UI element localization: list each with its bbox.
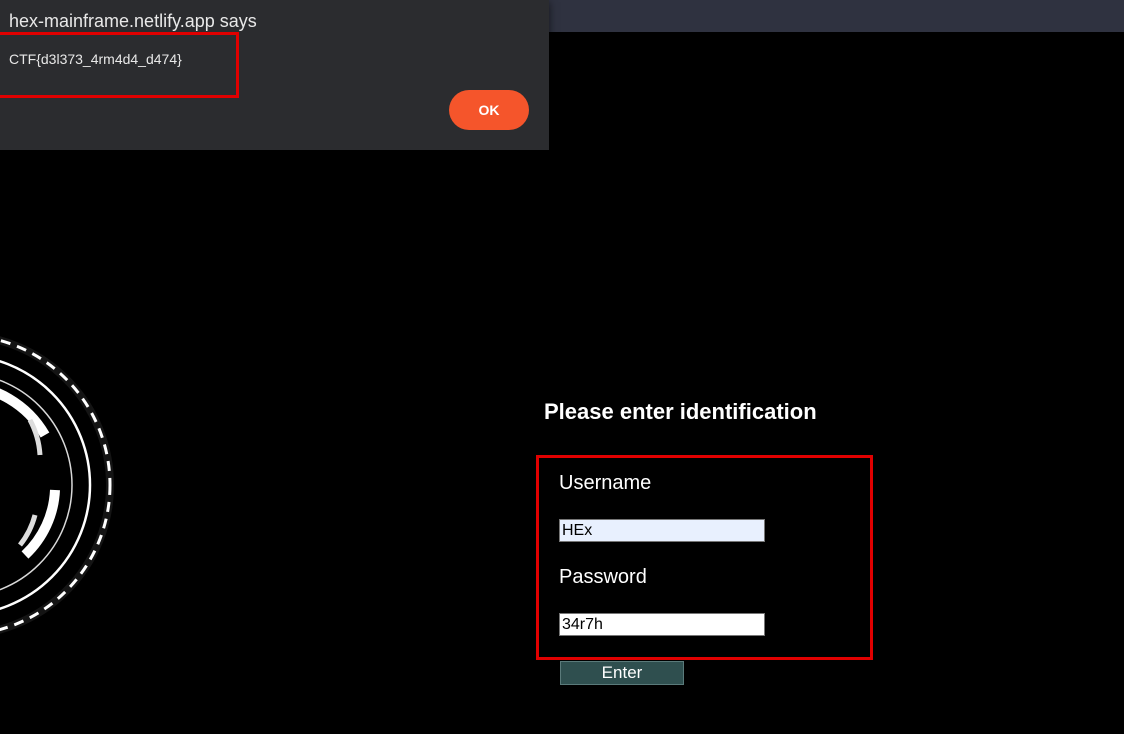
ok-button[interactable]: OK <box>449 90 529 130</box>
form-heading: Please enter identification <box>544 399 817 424</box>
alert-dialog: hex-mainframe.netlify.app says CTF{d3l37… <box>0 0 549 150</box>
dialog-title: hex-mainframe.netlify.app says <box>9 11 257 31</box>
username-label: Username <box>559 472 652 494</box>
enter-button[interactable]: Enter <box>560 661 684 685</box>
username-input[interactable] <box>559 519 765 542</box>
hud-circle-graphic <box>0 336 114 634</box>
password-label: Password <box>559 566 647 588</box>
dialog-message-highlight <box>0 32 239 98</box>
password-input[interactable] <box>559 613 765 636</box>
